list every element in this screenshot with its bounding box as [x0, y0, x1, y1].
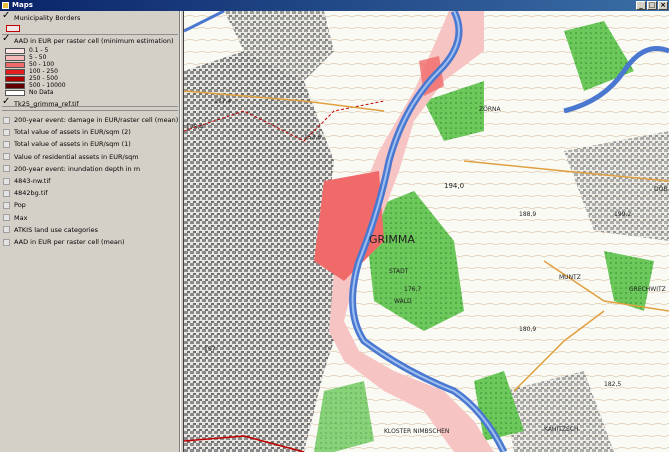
checkbox-aad-minimum[interactable] [2, 36, 10, 45]
layer-label: Max [14, 213, 28, 222]
layer-checkbox[interactable] [3, 177, 10, 185]
legend-swatch [5, 54, 25, 61]
layer-label: 200-year event: damage in EUR/raster cel… [14, 116, 179, 124]
layer-checkbox[interactable] [3, 214, 10, 222]
map-label-place: STADT [389, 268, 409, 275]
layer-label: Tk25_grimma_ref.tif [14, 100, 79, 108]
layer-label: Total value of assets in EUR/sqm (2) [14, 128, 131, 137]
map-label-elevation: 175,4 [186, 124, 203, 131]
layer-checkbox[interactable] [3, 116, 10, 124]
layer-label: Pop [14, 201, 26, 210]
map-view[interactable]: GRIMMA 194,0 199,2 177,4 175,4 153,6 188… [184, 11, 669, 452]
layer-item[interactable]: 4842bg.tif [3, 188, 177, 198]
legend-class-label: 5 - 50 [29, 54, 47, 61]
map-label-elevation: 188,9 [519, 211, 536, 218]
legend-class-row: 5 - 50 [5, 54, 46, 61]
legend-swatch [5, 89, 25, 96]
legend-swatch [5, 75, 25, 82]
legend-class-label: 100 - 250 [29, 68, 58, 75]
layer-item[interactable]: 200-year event: damage in EUR/raster cel… [3, 115, 179, 125]
legend-class-row: No Data [5, 89, 53, 96]
layer-checkbox[interactable] [3, 201, 10, 209]
map-label-elevation: 176,7 [404, 286, 421, 293]
map-label-place: ZÖRNA [479, 106, 501, 113]
legend-swatch [5, 82, 25, 89]
legend-class-row: 50 - 100 [5, 61, 54, 68]
close-button[interactable]: × [658, 1, 668, 10]
layer-label: Value of residential assets in EUR/sqm [14, 152, 139, 161]
layer-checkbox[interactable] [3, 165, 10, 173]
layer-checkbox[interactable] [3, 140, 10, 148]
legend-swatch [5, 61, 25, 68]
municipality-border-swatch [6, 25, 20, 32]
legend-class-label: No Data [29, 89, 54, 96]
layer-municipality-borders[interactable]: Municipality Borders [2, 13, 177, 23]
window-title-bar[interactable]: Maps _ □ × [0, 0, 669, 11]
layer-aad-minimum[interactable]: AAD in EUR per raster cell (minimum esti… [2, 36, 177, 46]
minimize-button[interactable]: _ [636, 1, 646, 10]
map-label-place: KLOSTER NIMBSCHEN [384, 428, 449, 435]
layer-item[interactable]: 4843-nw.tif [3, 176, 177, 186]
map-label-place: GRECHWITZ [629, 286, 666, 293]
layer-legend-panel: Municipality Borders AAD in EUR per rast… [0, 11, 180, 452]
legend-divider [2, 110, 178, 111]
layer-item[interactable]: AAD in EUR per raster cell (mean) [3, 237, 177, 247]
layer-tk25[interactable]: Tk25_grimma_ref.tif [2, 99, 177, 109]
checkbox-tk25[interactable] [2, 99, 10, 108]
layer-label: 200-year event: inundation depth in m [14, 164, 141, 173]
legend-class-label: 500 - 10000 [29, 82, 66, 89]
layer-item[interactable]: 200-year event: inundation depth in m [3, 164, 177, 174]
layer-label: 4843-nw.tif [14, 177, 51, 185]
maximize-button[interactable]: □ [647, 1, 657, 10]
checkbox-municipality-borders[interactable] [2, 13, 10, 22]
legend-class-row: 0.1 - 5 [5, 47, 48, 54]
layer-item[interactable]: Total value of assets in EUR/sqm (2) [3, 127, 177, 137]
legend-swatch [5, 68, 25, 75]
map-label-grimma: GRIMMA [369, 233, 415, 246]
map-label-elevation: 180,9 [519, 326, 536, 333]
legend-class-label: 0.1 - 5 [29, 47, 49, 54]
legend-class-row: 100 - 250 [5, 68, 58, 75]
layer-checkbox[interactable] [3, 238, 10, 246]
layer-item[interactable]: Value of residential assets in EUR/sqm [3, 152, 177, 162]
layer-item[interactable]: ATKIS land use categories [3, 225, 177, 235]
map-label-elevation: 177,4 [214, 98, 231, 105]
layer-item[interactable]: Total value of assets in EUR/sqm (1) [3, 139, 177, 149]
map-label-elevation: 182,5 [604, 381, 621, 388]
map-label-place: MUNTZ [559, 274, 581, 281]
app-icon [2, 2, 9, 9]
legend-swatch [5, 47, 25, 54]
window-title: Maps [12, 1, 33, 9]
map-label-place: DÖB [654, 186, 667, 193]
layer-checkbox[interactable] [3, 189, 10, 197]
layer-checkbox[interactable] [3, 153, 10, 161]
layer-label: ATKIS land use categories [14, 225, 99, 234]
layer-label: 4842bg.tif [14, 189, 48, 198]
map-label-elevation: 194,0 [444, 182, 464, 190]
legend-class-label: 250 - 500 [29, 75, 58, 82]
legend-divider [2, 34, 178, 35]
layer-label: AAD in EUR per raster cell (mean) [14, 238, 125, 246]
map-label-elevation: 153,6 [304, 134, 321, 141]
window-controls: _ □ × [636, 1, 668, 10]
layer-checkbox[interactable] [3, 226, 10, 234]
map-label-elevation: 157 [204, 346, 216, 353]
layer-label: Total value of assets in EUR/sqm (1) [14, 140, 131, 149]
map-label-place: WALD [394, 298, 412, 305]
layer-item[interactable]: Max [3, 213, 177, 223]
legend-class-label: 50 - 100 [29, 61, 55, 68]
layer-item[interactable]: Pop [3, 200, 177, 210]
layer-label: Municipality Borders [14, 14, 81, 22]
map-label-elevation: 199,2 [614, 211, 631, 218]
layer-checkbox[interactable] [3, 128, 10, 136]
map-label-place: KAHITZSCH [544, 426, 579, 433]
layer-label: AAD in EUR per raster cell (minimum esti… [14, 37, 174, 45]
topographic-map[interactable]: GRIMMA 194,0 199,2 177,4 175,4 153,6 188… [184, 11, 669, 452]
legend-class-row: 250 - 500 [5, 75, 58, 82]
legend-class-row: 500 - 10000 [5, 82, 66, 89]
